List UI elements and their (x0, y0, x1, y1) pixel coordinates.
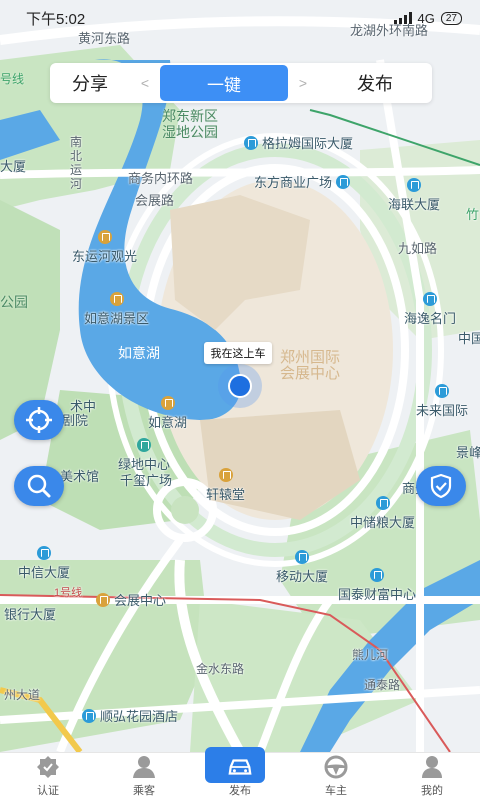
poi-marker[interactable]: 中国 (458, 328, 480, 347)
poi-marker[interactable]: 格拉姆国际大厦 (244, 133, 353, 152)
landmark-icon (160, 396, 175, 410)
poi-marker[interactable]: 绿地中心 (118, 438, 170, 473)
safety-button[interactable] (416, 466, 466, 506)
road-label: 通泰路 (364, 678, 401, 692)
poi-marker[interactable]: 海逸名门 (404, 292, 456, 327)
building-icon (435, 384, 449, 398)
road-label: 1号线 (54, 587, 83, 599)
publish-button[interactable]: 发布 (318, 70, 432, 96)
hotel-icon (82, 708, 96, 723)
poi-marker[interactable]: 中信大厦 (18, 546, 70, 581)
road-label: 金水东路 (196, 662, 245, 676)
mode-switcher: 分享 < 一键 > 发布 (50, 63, 432, 103)
signal-icon (393, 12, 412, 24)
building-icon (375, 496, 390, 510)
certify-icon (35, 755, 61, 779)
road-label: 商务内环路 (128, 171, 194, 186)
road-label: 会展路 (135, 193, 175, 208)
building-icon (295, 550, 309, 564)
poi-marker[interactable]: 中储粮大厦 (350, 496, 415, 531)
pickup-label: 我在这上车 (204, 342, 272, 364)
network-type: 4G (417, 10, 435, 26)
status-bar: 下午5:02 4G 27 (0, 0, 480, 36)
steering-wheel-icon (323, 755, 349, 779)
shield-check-icon (430, 473, 452, 499)
poi-marker[interactable]: 顺弘花园酒店 (82, 706, 178, 725)
search-icon (27, 474, 51, 498)
poi-marker[interactable]: 剧院 (62, 410, 88, 429)
poi-marker[interactable]: 国泰财富中心 (338, 568, 416, 603)
tab-label: 发布 (229, 785, 251, 797)
road-label: 熊儿河 (352, 648, 389, 662)
poi-marker[interactable]: 轩辕堂 (206, 468, 245, 503)
poi-marker[interactable]: 海联大厦 (388, 178, 440, 213)
area-label: 如意湖 (118, 345, 160, 361)
tab-label: 车主 (325, 785, 347, 797)
poi-marker[interactable]: 大厦 (0, 156, 26, 175)
metro-icon (96, 592, 110, 607)
poi-marker[interactable]: 如意湖景区 (84, 292, 149, 327)
chevron-left-icon[interactable]: < (130, 75, 160, 91)
building-icon (407, 178, 421, 192)
tab-profile[interactable]: 我的 (384, 753, 480, 801)
chevron-right-icon[interactable]: > (288, 75, 318, 91)
tab-certify[interactable]: 认证 (0, 753, 96, 801)
landmark-icon (109, 292, 124, 306)
profile-icon (419, 755, 445, 779)
locate-button[interactable] (14, 400, 64, 440)
share-button[interactable]: 分享 (50, 70, 130, 96)
crosshair-icon (26, 407, 52, 433)
poi-marker[interactable]: 银行大厦 (4, 604, 56, 623)
road-label: 南北运河 (70, 135, 83, 191)
tab-label: 乘客 (133, 785, 155, 797)
poi-marker[interactable]: 如意湖 (148, 396, 187, 431)
building-icon (137, 438, 151, 452)
poi-marker[interactable]: 移动大厦 (276, 550, 328, 585)
area-label: 湿地公园 (162, 124, 218, 140)
building-icon (244, 135, 258, 150)
poi-marker[interactable]: 会展中心 (96, 590, 166, 609)
status-time: 下午5:02 (26, 10, 86, 28)
tab-publish[interactable]: 发布 (192, 747, 288, 801)
poi-marker[interactable]: 美术馆 (60, 466, 99, 485)
passenger-icon (131, 755, 157, 779)
road-label: 九如路 (398, 241, 438, 256)
battery-icon: 27 (440, 11, 462, 25)
area-label: 公园 (0, 294, 28, 310)
tab-passenger[interactable]: 乘客 (96, 753, 192, 801)
tab-driver[interactable]: 车主 (288, 753, 384, 801)
landmark-icon (97, 230, 112, 244)
area-label: 会展中心 (280, 365, 341, 382)
search-button[interactable] (14, 466, 64, 506)
poi-marker[interactable]: 千玺广场 (120, 470, 172, 489)
building-icon (423, 292, 437, 306)
tab-label: 我的 (421, 785, 443, 797)
landmark-icon (218, 468, 233, 482)
area-label: 号线 (0, 72, 25, 86)
one-click-button[interactable]: 一键 (160, 65, 288, 101)
poi-marker[interactable]: 未来国际 (416, 384, 468, 419)
tab-label: 认证 (37, 785, 59, 797)
car-icon (227, 755, 253, 779)
poi-marker[interactable]: 景峰 (456, 442, 480, 461)
location-pin-icon[interactable] (228, 374, 252, 398)
building-icon (370, 568, 384, 582)
building-icon (37, 546, 51, 560)
poi-marker[interactable]: 竹 (466, 204, 479, 223)
poi-marker[interactable]: 东方商业广场 (254, 172, 351, 191)
poi-marker[interactable]: 东运河观光 (72, 230, 137, 265)
bottom-tab-bar: 认证 乘客 发布 车主 我的 (0, 747, 480, 801)
building-icon (336, 174, 351, 189)
road-label: 州大道 (4, 688, 41, 702)
